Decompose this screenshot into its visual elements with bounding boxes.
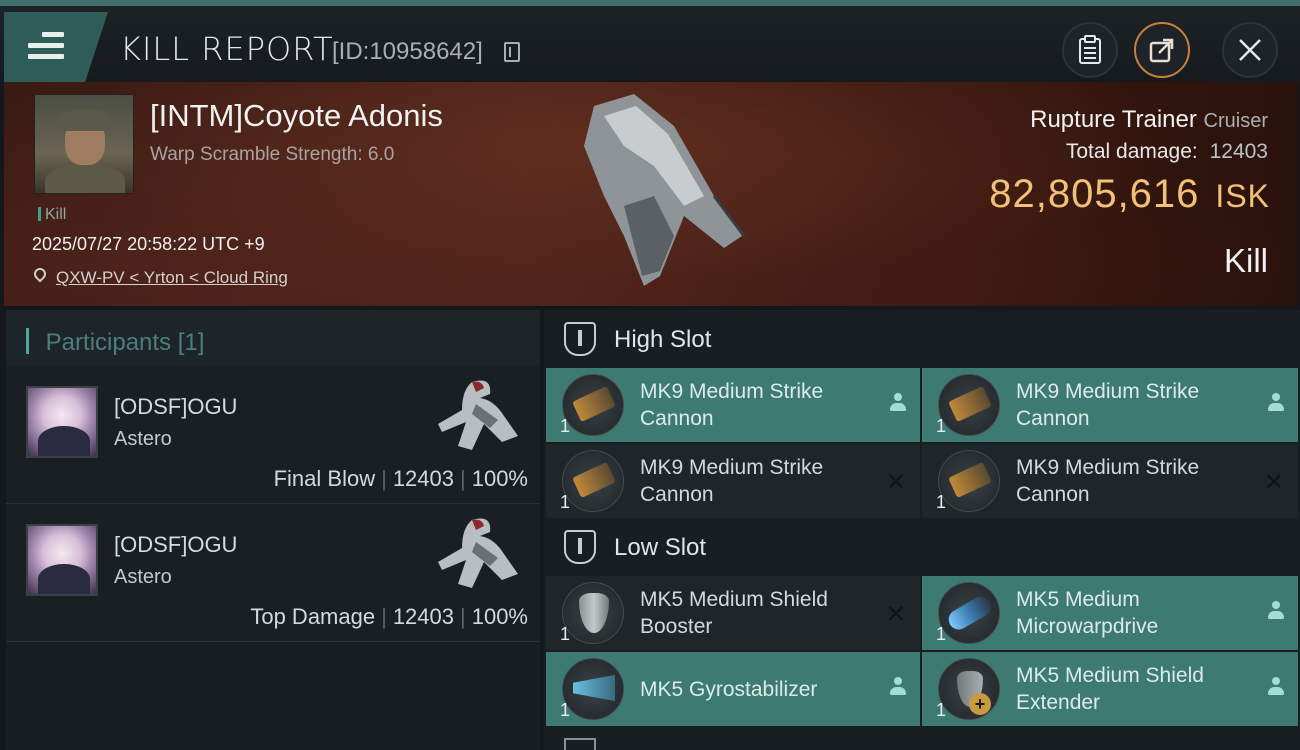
destroyed-icon: ✕	[1263, 469, 1284, 496]
dropped-icon	[1268, 600, 1284, 628]
cannon-icon	[938, 374, 1000, 436]
module-name: MK9 Medium Strike Cannon	[1016, 380, 1200, 430]
cannon-icon	[938, 450, 1000, 512]
module-quantity: 1	[936, 416, 947, 436]
participant-percent: 100%	[471, 466, 528, 491]
low-slot-icon	[564, 530, 596, 564]
participant-name: [ODSF]OGU	[114, 394, 238, 419]
kill-timestamp: 2025/07/27 20:58:22 UTC +9	[32, 234, 265, 254]
participant-percent: 100%	[471, 604, 528, 629]
module-item[interactable]: 1 MK5 Gyrostabilizer	[546, 652, 920, 726]
fitting-panel: High Slot 1 MK9 Medium Strike Cannon 1 M…	[544, 310, 1300, 750]
location-pin-icon	[31, 265, 49, 283]
module-item[interactable]: 1 MK5 Medium Microwarpdrive	[922, 576, 1298, 650]
participant-name: [ODSF]OGU	[114, 532, 238, 557]
participants-header: Participants [1]	[6, 310, 540, 366]
module-name: MK5 Medium Microwarpdrive	[1016, 588, 1159, 638]
microwarpdrive-icon	[938, 582, 1000, 644]
hamburger-icon	[28, 32, 64, 60]
participant-damage: 12403	[392, 604, 454, 629]
warp-scramble-strength: Warp Scramble Strength: 6.0	[150, 144, 395, 165]
module-item[interactable]: 1 MK5 Medium Shield Extender	[922, 652, 1298, 726]
clipboard-icon	[1079, 35, 1101, 64]
module-item[interactable]: 1 MK9 Medium Strike Cannon	[546, 368, 920, 442]
module-quantity: 1	[936, 700, 947, 720]
kill-tag: Kill	[38, 206, 66, 224]
kill-location-link[interactable]: QXW-PV < Yrton < Cloud Ring	[56, 268, 288, 288]
high-slot-label: High Slot	[614, 326, 712, 353]
module-name: MK5 Gyrostabilizer	[640, 678, 818, 701]
participant-damage: 12403	[392, 466, 454, 491]
next-slot-icon	[564, 738, 596, 750]
module-name: MK9 Medium Strike Cannon	[640, 456, 824, 506]
module-name: MK9 Medium Strike Cannon	[1016, 456, 1200, 506]
victim-banner: [INTM]Coyote Adonis Warp Scramble Streng…	[4, 82, 1298, 306]
module-item[interactable]: 1 MK9 Medium Strike Cannon	[922, 368, 1298, 442]
cannon-icon	[562, 450, 624, 512]
victim-ship-name[interactable]: Rupture Trainer	[1030, 106, 1197, 133]
report-id: [ID:10958642]	[332, 38, 483, 65]
victim-avatar[interactable]	[34, 94, 134, 194]
module-quantity: 1	[560, 492, 571, 512]
high-slot-grid: 1 MK9 Medium Strike Cannon 1 MK9 Medium …	[544, 368, 1300, 518]
low-slot-label: Low Slot	[614, 534, 707, 561]
top-bar: KILL REPORT [ID:10958642]	[0, 0, 1300, 82]
shield-booster-icon	[562, 582, 624, 644]
copy-icon[interactable]	[504, 42, 520, 62]
destroyed-icon: ✕	[885, 469, 906, 496]
kill-result: Kill	[1223, 242, 1268, 279]
gyrostabilizer-icon	[562, 658, 624, 720]
menu-button[interactable]	[4, 12, 108, 82]
share-button[interactable]	[1134, 22, 1190, 78]
participants-count: [1]	[177, 329, 205, 356]
total-damage-value: 12403	[1209, 140, 1268, 163]
module-item[interactable]: 1 MK5 Medium Shield Booster ✕	[546, 576, 920, 650]
dropped-icon	[890, 392, 906, 420]
dropped-icon	[1268, 392, 1284, 420]
total-damage-label: Total damage:	[1065, 140, 1198, 163]
page-title: KILL REPORT	[120, 30, 334, 68]
victim-ship-class: Cruiser	[1203, 110, 1268, 132]
victim-pilot-name[interactable]: [INTM]Coyote Adonis	[150, 98, 443, 134]
clipboard-button[interactable]	[1062, 22, 1118, 78]
module-name: MK5 Medium Shield Extender	[1016, 664, 1204, 714]
participant-role: Top Damage	[250, 604, 376, 629]
isk-unit: ISK	[1215, 178, 1270, 214]
participant-ship-image	[438, 518, 518, 588]
participant-ship: Astero	[114, 428, 172, 450]
share-icon	[1149, 38, 1174, 63]
module-name: MK5 Medium Shield Booster	[640, 588, 828, 638]
module-quantity: 1	[560, 416, 571, 436]
participant-avatar	[26, 524, 98, 596]
module-quantity: 1	[560, 624, 571, 644]
participants-label: Participants	[45, 329, 172, 356]
destroyed-icon: ✕	[885, 601, 906, 628]
close-icon	[1239, 39, 1261, 61]
module-item[interactable]: 1 MK9 Medium Strike Cannon ✕	[922, 444, 1298, 518]
cannon-icon	[562, 374, 624, 436]
participant-ship-image	[438, 380, 518, 450]
participant-avatar	[26, 386, 98, 458]
shield-extender-icon	[938, 658, 1000, 720]
isk-value: 82,805,616	[989, 172, 1200, 216]
high-slot-icon	[564, 322, 596, 356]
high-slot-header: High Slot	[544, 310, 1300, 368]
participant-row[interactable]: [ODSF]OGU Astero Final Blow | 12403 | 100%	[6, 366, 540, 504]
participants-panel: Participants [1] [ODSF]OGU Astero Final …	[6, 310, 540, 750]
participant-ship: Astero	[114, 566, 172, 588]
module-quantity: 1	[560, 700, 571, 720]
ship-image[interactable]	[564, 86, 764, 298]
close-button[interactable]	[1222, 22, 1278, 78]
participant-role: Final Blow	[273, 466, 376, 491]
module-name: MK9 Medium Strike Cannon	[640, 380, 824, 430]
dropped-icon	[1268, 676, 1284, 704]
dropped-icon	[890, 676, 906, 704]
module-item[interactable]: 1 MK9 Medium Strike Cannon ✕	[546, 444, 920, 518]
participant-row[interactable]: [ODSF]OGU Astero Top Damage | 12403 | 100%	[6, 504, 540, 642]
module-quantity: 1	[936, 492, 947, 512]
module-quantity: 1	[936, 624, 947, 644]
low-slot-header: Low Slot	[544, 518, 1300, 576]
low-slot-grid: 1 MK5 Medium Shield Booster ✕ 1 MK5 Medi…	[544, 576, 1300, 726]
